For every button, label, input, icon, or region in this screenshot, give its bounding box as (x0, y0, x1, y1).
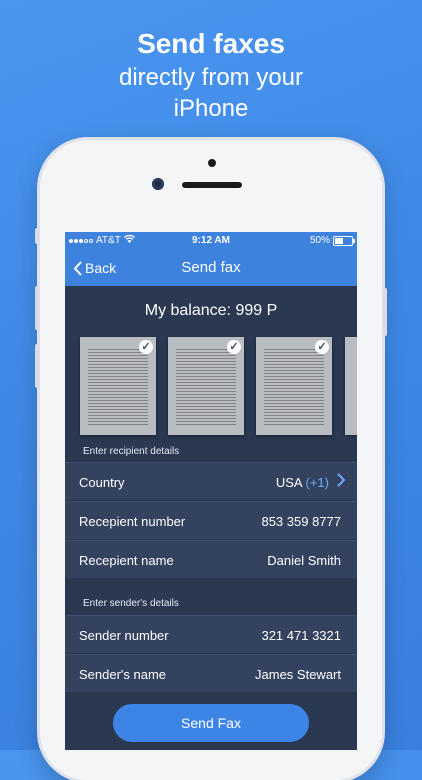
page-title: Send fax (181, 259, 241, 276)
chevron-right-icon (337, 473, 346, 492)
proximity-sensor (208, 159, 216, 167)
country-name: USA (275, 475, 302, 490)
navigation-bar: Back Send fax (65, 250, 357, 286)
marketing-subtitle-1: directly from your (118, 64, 304, 91)
document-text-lines (176, 349, 236, 425)
earpiece-speaker (182, 182, 242, 188)
fax-page-thumbnail[interactable]: ✓ (256, 337, 332, 435)
country-label: Country (79, 475, 125, 490)
send-fax-button[interactable]: Send Fax (113, 704, 309, 742)
phone-screen: AT&T 9:12 AM 50% Back Send fax My balanc… (65, 232, 357, 750)
fax-page-thumbnail[interactable]: ✓ (80, 337, 156, 435)
fax-page-thumbnail[interactable]: ✓ (168, 337, 244, 435)
checkmark-icon: ✓ (315, 340, 329, 354)
volume-up-button (35, 286, 39, 330)
front-camera (152, 178, 164, 190)
sender-name-value[interactable]: James Stewart (255, 667, 341, 682)
battery-icon (333, 235, 355, 246)
volume-down-button (35, 344, 39, 388)
mute-switch (35, 228, 39, 244)
sender-number-label: Sender number (79, 628, 169, 643)
marketing-subtitle-2: iPhone (173, 95, 249, 122)
sender-name-label: Sender's name (79, 667, 167, 682)
power-button (383, 288, 387, 336)
country-code: (+1) (305, 475, 329, 490)
battery-percent: 50% (309, 235, 330, 246)
recipient-name-row[interactable]: Recepient name Daniel Smith (65, 540, 357, 578)
balance-text: My balance: 999 P (144, 302, 278, 319)
country-value: USA (+1) (276, 475, 329, 490)
country-row[interactable]: Country USA (+1) (65, 462, 357, 500)
document-text-lines (264, 349, 324, 425)
recipient-number-value[interactable]: 853 359 8777 (261, 514, 341, 529)
sender-number-value[interactable]: 321 471 3321 (261, 628, 341, 643)
recipient-name-label: Recepient name (79, 553, 174, 568)
sender-name-row[interactable]: Sender's name James Stewart (65, 654, 357, 692)
recipient-number-row[interactable]: Recepient number 853 359 8777 (65, 501, 357, 539)
status-bar: AT&T 9:12 AM 50% (65, 232, 357, 250)
marketing-title: Send faxes (137, 28, 285, 59)
sender-number-row[interactable]: Sender number 321 471 3321 (65, 615, 357, 653)
checkmark-icon: ✓ (139, 340, 153, 354)
recipient-section-label: Enter recipient details (83, 446, 180, 457)
sender-section-label: Enter sender's details (83, 598, 179, 609)
recipient-name-value[interactable]: Daniel Smith (267, 553, 341, 568)
document-text-lines (88, 349, 148, 425)
recipient-number-label: Recepient number (79, 514, 186, 529)
checkmark-icon: ✓ (227, 340, 241, 354)
fax-page-thumbnail-partial[interactable] (345, 337, 357, 435)
